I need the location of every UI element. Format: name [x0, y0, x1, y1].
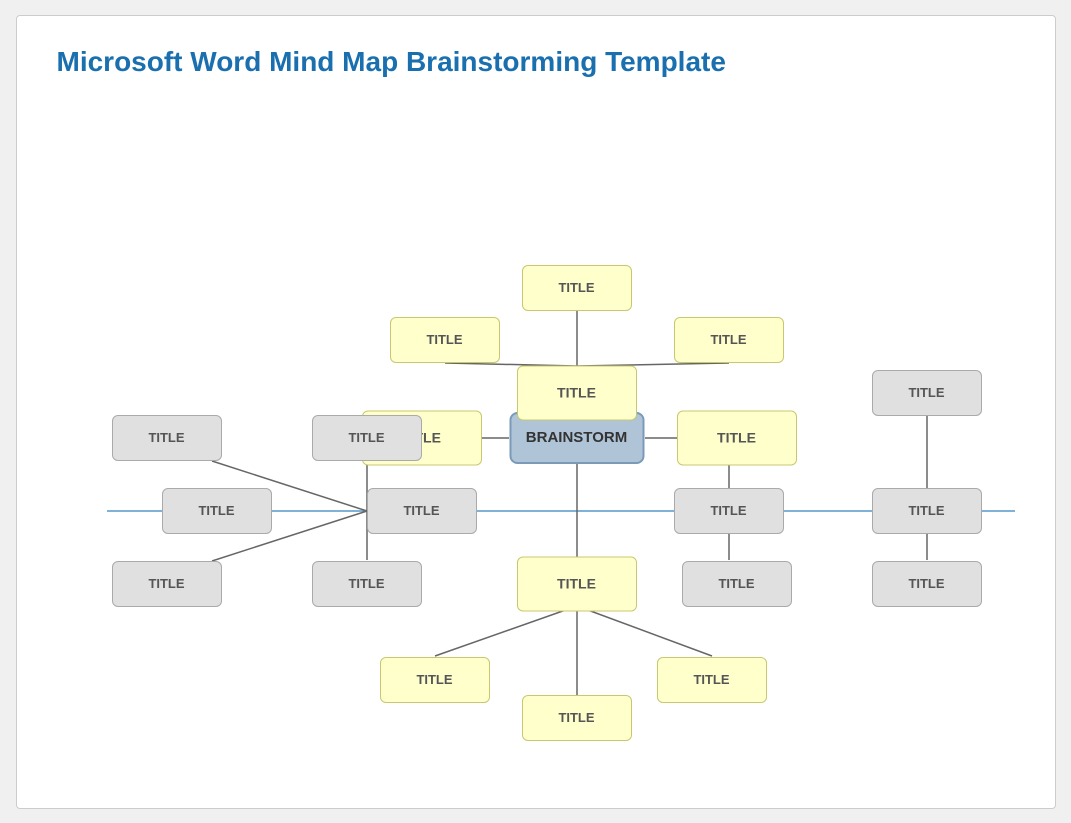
node-far-left-bot[interactable]: TITLE	[112, 561, 222, 607]
node-bot-bottom[interactable]: TITLE	[522, 695, 632, 741]
page-container: Microsoft Word Mind Map Brainstorming Te…	[16, 15, 1056, 809]
node-left2-mid[interactable]: TITLE	[312, 561, 422, 607]
node-right2-bot[interactable]: TITLE	[872, 561, 982, 607]
node-far-left-top[interactable]: TITLE	[112, 415, 222, 461]
node-bot-right[interactable]: TITLE	[657, 657, 767, 703]
node-right2-mid[interactable]: TITLE	[872, 370, 982, 416]
node-bot-left[interactable]: TITLE	[380, 657, 490, 703]
node-right-center[interactable]: TITLE	[674, 488, 784, 534]
node-top-right[interactable]: TITLE	[674, 317, 784, 363]
node-mid-top[interactable]: TITLE	[517, 365, 637, 420]
node-left2-top[interactable]: TITLE	[312, 415, 422, 461]
node-right2-center[interactable]: TITLE	[872, 488, 982, 534]
node-left-center[interactable]: TITLE	[367, 488, 477, 534]
node-right-mid[interactable]: TITLE	[677, 410, 797, 465]
node-top-left[interactable]: TITLE	[390, 317, 500, 363]
node-far-left-mid[interactable]: TITLE	[162, 488, 272, 534]
page-title: Microsoft Word Mind Map Brainstorming Te…	[57, 46, 1015, 78]
diagram-area: BRAINSTORM TITLE TITLE TITLE TITLE TITLE…	[57, 98, 1015, 778]
node-right-bot[interactable]: TITLE	[682, 561, 792, 607]
node-top-center[interactable]: TITLE	[522, 265, 632, 311]
node-bot-center[interactable]: TITLE	[517, 556, 637, 611]
